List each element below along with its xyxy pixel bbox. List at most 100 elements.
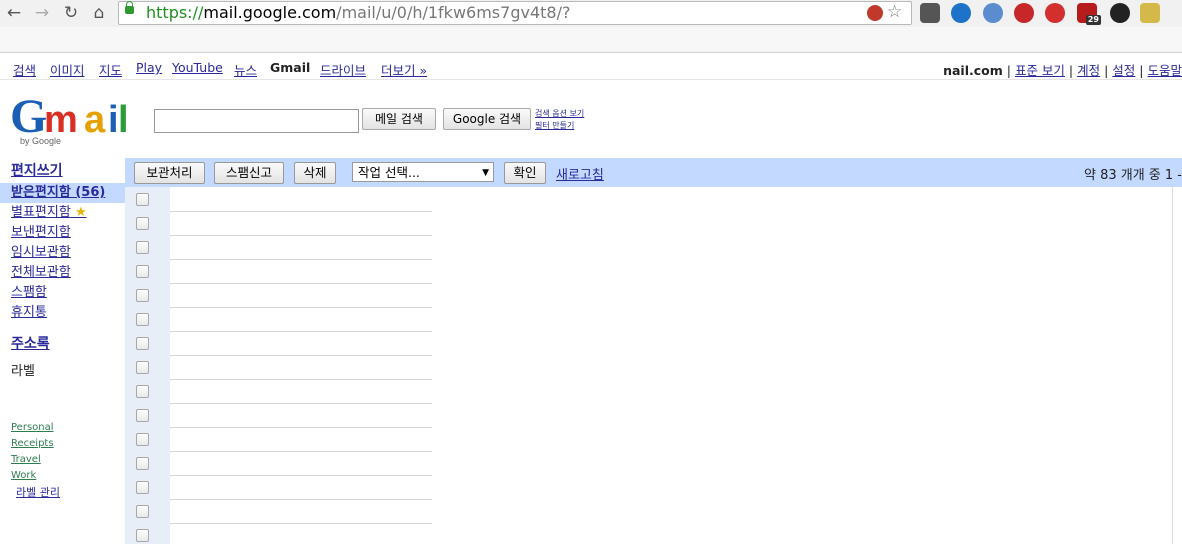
label-receipts[interactable]: Receipts bbox=[11, 438, 54, 449]
search-links: 검색 옵션 보기 필터 만들기 bbox=[535, 108, 584, 132]
nav-trash[interactable]: 휴지통 bbox=[11, 303, 131, 323]
refresh-link[interactable]: 새로고침 bbox=[556, 164, 604, 183]
nav-drafts[interactable]: 임시보관함 bbox=[11, 243, 131, 263]
gbar-search[interactable]: 검색 bbox=[13, 60, 36, 79]
row-divider bbox=[170, 355, 432, 356]
help-link[interactable]: 도움말 bbox=[1147, 63, 1182, 78]
gbar-drive[interactable]: 드라이브 bbox=[320, 60, 366, 79]
message-list-right-edge bbox=[1172, 187, 1182, 544]
gbar-play[interactable]: Play bbox=[136, 60, 162, 75]
gbar-youtube[interactable]: YouTube bbox=[172, 60, 223, 75]
message-checkbox[interactable] bbox=[136, 361, 149, 374]
row-divider bbox=[170, 427, 432, 428]
message-checkbox[interactable] bbox=[136, 193, 149, 206]
label-work[interactable]: Work bbox=[11, 470, 36, 481]
row-divider bbox=[170, 499, 432, 500]
labels-header: 라벨 bbox=[11, 364, 35, 379]
message-count: 약 83 개개 중 1 - bbox=[1083, 168, 1182, 183]
svg-text:l: l bbox=[118, 99, 129, 141]
message-checkbox[interactable] bbox=[136, 289, 149, 302]
compose-link[interactable]: 편지쓰기 bbox=[11, 160, 63, 180]
url-text: https://mail.google.com/mail/u/0/h/1fkw6… bbox=[146, 3, 571, 22]
message-checkbox[interactable] bbox=[136, 481, 149, 494]
camera-icon[interactable] bbox=[1110, 3, 1130, 23]
row-divider bbox=[170, 211, 432, 212]
nav-contacts[interactable]: 주소록 bbox=[11, 333, 50, 353]
gbar-maps[interactable]: 지도 bbox=[99, 60, 122, 79]
confirm-button[interactable]: 확인 bbox=[504, 162, 546, 184]
forward-icon[interactable]: → bbox=[32, 3, 52, 23]
row-divider bbox=[170, 259, 432, 260]
nav-spam[interactable]: 스팸함 bbox=[11, 283, 131, 303]
row-divider bbox=[170, 235, 432, 236]
row-divider bbox=[170, 307, 432, 308]
gbar-news[interactable]: 뉴스 bbox=[234, 60, 257, 79]
mail-toolbar: 보관처리 스팸신고 삭제 작업 선택... ▼ 확인 새로고침 약 83 개개 중… bbox=[125, 158, 1182, 187]
reload-icon[interactable]: ↻ bbox=[61, 3, 81, 23]
message-list bbox=[170, 187, 1170, 544]
nav-inbox[interactable]: 받은편지함 (56) bbox=[11, 183, 131, 203]
ie-icon[interactable] bbox=[951, 3, 971, 23]
action-select-value: 작업 선택... bbox=[358, 165, 420, 180]
search-web-button[interactable]: Google 검색 bbox=[443, 108, 531, 130]
svg-text:i: i bbox=[108, 99, 119, 141]
message-checkbox[interactable] bbox=[136, 433, 149, 446]
adblock-icon[interactable] bbox=[1045, 3, 1065, 23]
pocket-icon[interactable] bbox=[920, 3, 940, 23]
action-select[interactable]: 작업 선택... ▼ bbox=[352, 162, 494, 182]
gmail-checker-icon[interactable]: 29 bbox=[1077, 3, 1101, 25]
account-link[interactable]: 계정 bbox=[1077, 63, 1100, 78]
manage-labels-link[interactable]: 라벨 관리 bbox=[16, 484, 60, 500]
search-mail-button[interactable]: 메일 검색 bbox=[362, 108, 436, 130]
gbar-images[interactable]: 이미지 bbox=[50, 60, 85, 79]
message-checkbox[interactable] bbox=[136, 217, 149, 230]
message-checkbox[interactable] bbox=[136, 409, 149, 422]
label-personal[interactable]: Personal bbox=[11, 422, 54, 433]
message-checkbox[interactable] bbox=[136, 241, 149, 254]
nav-starred-label: 별표편지함 bbox=[11, 205, 71, 220]
message-checkbox[interactable] bbox=[136, 337, 149, 350]
browser-toolbar: ← → ↻ ⌂ https://mail.google.com/mail/u/0… bbox=[0, 0, 1182, 53]
gbar-more[interactable]: 더보기 » bbox=[381, 60, 427, 79]
account-links: nail.com | 표준 보기 | 계정 | 설정 | 도움말 bbox=[943, 63, 1182, 78]
row-divider bbox=[170, 403, 432, 404]
svg-text:a: a bbox=[84, 99, 106, 141]
address-bar[interactable]: https://mail.google.com/mail/u/0/h/1fkw6… bbox=[118, 1, 912, 25]
search-options-link[interactable]: 검색 옵션 보기 bbox=[535, 108, 584, 120]
message-checkbox[interactable] bbox=[136, 313, 149, 326]
delete-button[interactable]: 삭제 bbox=[294, 162, 336, 184]
back-icon[interactable]: ← bbox=[4, 3, 24, 23]
mail-search-input[interactable] bbox=[154, 109, 359, 133]
report-spam-button[interactable]: 스팸신고 bbox=[214, 162, 284, 184]
nav-starred[interactable]: 별표편지함 ★ bbox=[11, 203, 131, 223]
message-checkbox[interactable] bbox=[136, 265, 149, 278]
gmail-logo-icon: G m a i l by Google bbox=[10, 90, 129, 146]
lock-icon bbox=[125, 1, 134, 14]
svg-text:m: m bbox=[44, 99, 78, 141]
star-bookmark-icon[interactable]: ☆ bbox=[887, 2, 902, 22]
gmail-logo[interactable]: G m a i l by Google bbox=[10, 88, 140, 150]
row-divider bbox=[170, 475, 432, 476]
row-divider bbox=[170, 523, 432, 524]
home-icon[interactable]: ⌂ bbox=[89, 3, 109, 23]
star-icon: ★ bbox=[74, 205, 87, 220]
nav-all-mail[interactable]: 전체보관함 bbox=[11, 263, 131, 283]
stop-icon[interactable] bbox=[1014, 3, 1034, 23]
nav-sent[interactable]: 보낸편지함 bbox=[11, 223, 131, 243]
message-checkbox[interactable] bbox=[136, 505, 149, 518]
message-checkbox[interactable] bbox=[136, 385, 149, 398]
blocked-icon[interactable] bbox=[867, 5, 883, 21]
hand-icon[interactable] bbox=[1140, 3, 1160, 23]
create-filter-link[interactable]: 필터 만들기 bbox=[535, 120, 584, 132]
gbar-gmail: Gmail bbox=[270, 60, 311, 75]
label-travel[interactable]: Travel bbox=[11, 454, 41, 465]
message-checkbox[interactable] bbox=[136, 457, 149, 470]
row-divider bbox=[170, 283, 432, 284]
download-icon[interactable] bbox=[983, 3, 1003, 23]
standard-view-link[interactable]: 표준 보기 bbox=[1015, 63, 1065, 78]
settings-link[interactable]: 설정 bbox=[1112, 63, 1135, 78]
archive-button[interactable]: 보관처리 bbox=[134, 162, 205, 184]
row-divider bbox=[170, 331, 432, 332]
bookmark-bar bbox=[0, 27, 1182, 51]
message-checkbox[interactable] bbox=[136, 529, 149, 542]
